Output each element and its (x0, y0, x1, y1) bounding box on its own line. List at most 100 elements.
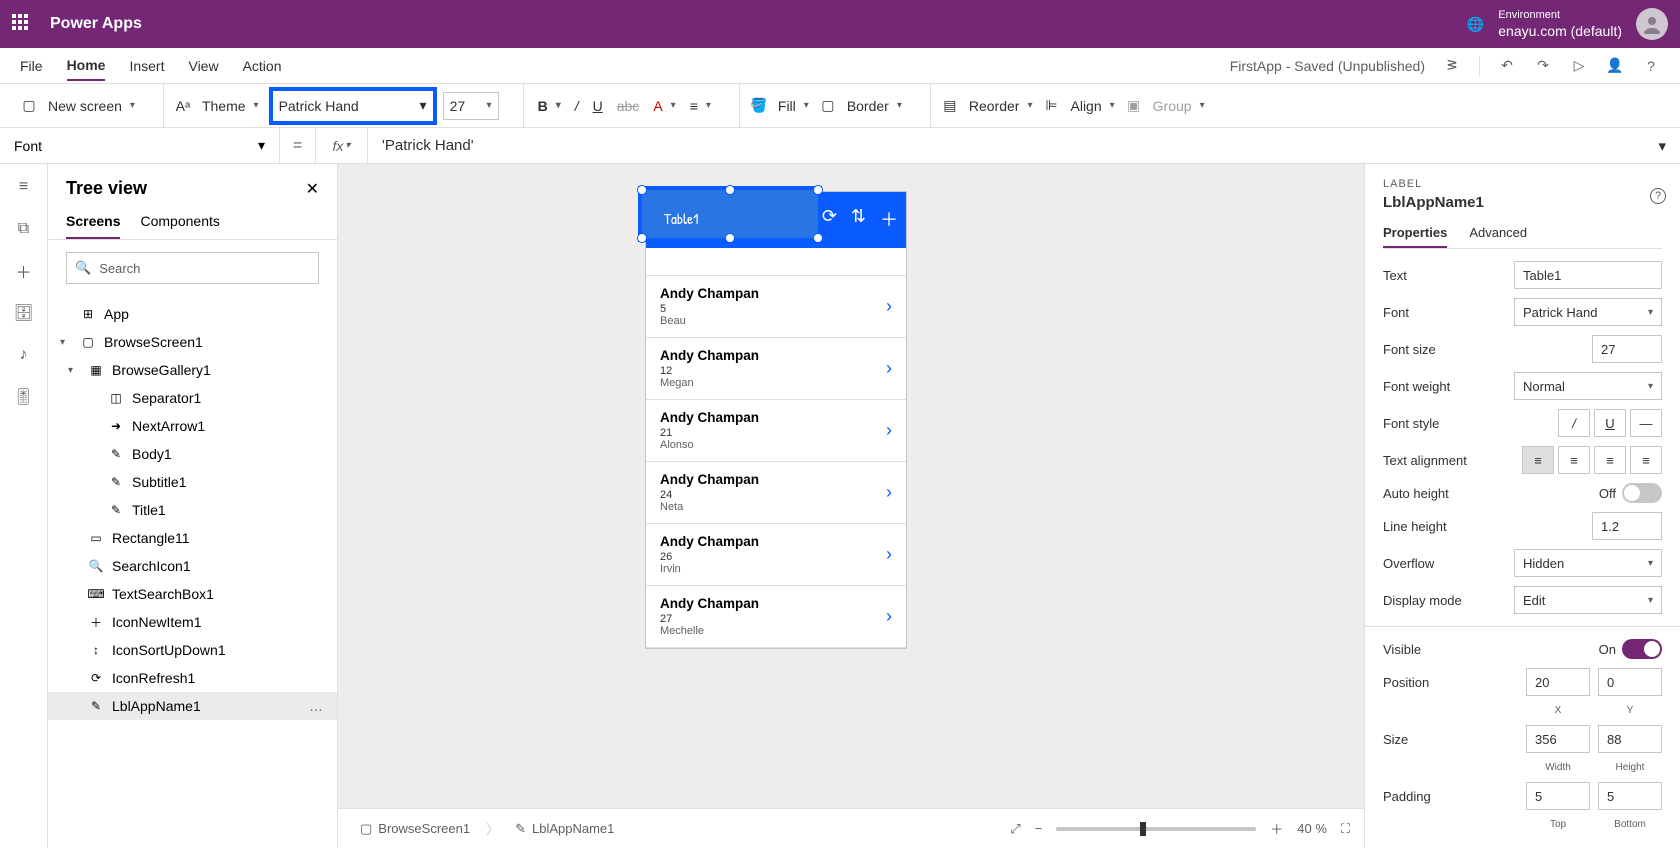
prop-lineheight-input[interactable]: 1.2 (1592, 512, 1662, 540)
breadcrumb-control[interactable]: ✎ LblAppName1 (507, 817, 622, 841)
new-screen-button[interactable]: New screen (44, 96, 139, 116)
waffle-icon[interactable] (12, 14, 32, 34)
gallery-item[interactable]: Andy Champan12Megan› (646, 338, 906, 400)
chevron-right-icon[interactable]: › (886, 482, 892, 503)
prop-autoheight-toggle[interactable] (1622, 483, 1662, 503)
tree-node-textsearchbox1[interactable]: ⌨TextSearchBox1 (48, 580, 337, 608)
insert-icon[interactable]: ＋ (15, 262, 33, 280)
zoom-out-icon[interactable]: − (1035, 821, 1043, 836)
fit-icon[interactable]: ⛶ (1341, 821, 1350, 837)
avatar[interactable] (1636, 8, 1668, 40)
app-checker-icon[interactable]: ᕒ (1443, 57, 1461, 75)
prop-padbottom-input[interactable]: 5 (1598, 782, 1662, 810)
fill-button[interactable]: Fill (774, 96, 813, 116)
sort-icon[interactable]: ⇅ (851, 206, 866, 232)
tree-node-nextarrow1[interactable]: ➜NextArrow1 (48, 412, 337, 440)
media-icon[interactable]: ♪ (15, 346, 33, 364)
menu-action[interactable]: Action (243, 52, 282, 80)
chevron-right-icon[interactable]: › (886, 358, 892, 379)
tree-node-app[interactable]: ⊞App (48, 300, 337, 328)
underline-button[interactable]: U (589, 96, 607, 116)
zoom-in-icon[interactable]: ＋ (1270, 819, 1283, 838)
tree-node-title1[interactable]: ✎Title1 (48, 496, 337, 524)
tree-node-body1[interactable]: ✎Body1 (48, 440, 337, 468)
prop-overflow-dropdown[interactable]: Hidden (1514, 549, 1662, 577)
advanced-tools-icon[interactable]: 🎚 (15, 388, 33, 406)
tab-properties[interactable]: Properties (1383, 219, 1447, 248)
help-icon[interactable]: ? (1650, 188, 1666, 204)
text-align-button[interactable]: ≡ (686, 96, 715, 116)
tree-node-separator1[interactable]: ◫Separator1 (48, 384, 337, 412)
canvas[interactable]: ↖ Table1 ⟳ ⇅ ＋ Andy Champan5Beau›Andy Ch… (338, 164, 1364, 848)
prop-text-input[interactable]: Table1 (1514, 261, 1662, 289)
tree-node-subtitle1[interactable]: ✎Subtitle1 (48, 468, 337, 496)
data-icon[interactable]: 🗄 (15, 304, 33, 322)
help-icon[interactable]: ? (1642, 57, 1660, 75)
font-dropdown[interactable]: Patrick Hand ▾ (269, 87, 437, 125)
prop-height-input[interactable]: 88 (1598, 725, 1662, 753)
hamburger-icon[interactable]: ≡ (15, 178, 33, 196)
chevron-right-icon[interactable]: › (886, 544, 892, 565)
app-search-row[interactable] (646, 248, 906, 276)
add-icon[interactable]: ＋ (880, 206, 898, 232)
theme-button[interactable]: Theme (198, 96, 263, 116)
gallery-item[interactable]: Andy Champan27Mechelle› (646, 586, 906, 648)
tab-components[interactable]: Components (140, 205, 219, 239)
prop-visible-toggle[interactable] (1622, 639, 1662, 659)
close-icon[interactable]: ✕ (306, 179, 319, 199)
tree-node-lblappname1[interactable]: ✎LblAppName1… (48, 692, 337, 720)
redo-icon[interactable]: ↷ (1534, 57, 1552, 75)
border-button[interactable]: Border (843, 96, 906, 116)
environment-picker[interactable]: Environment enayu.com (default) (1498, 9, 1622, 38)
tree-search-input[interactable]: 🔍 Search (66, 252, 319, 284)
prop-font-dropdown[interactable]: Patrick Hand (1514, 298, 1662, 326)
refresh-icon[interactable]: ⟳ (822, 206, 837, 232)
tree-node-searchicon1[interactable]: 🔍SearchIcon1 (48, 552, 337, 580)
menu-home[interactable]: Home (67, 51, 106, 81)
prop-fontweight-dropdown[interactable]: Normal (1514, 372, 1662, 400)
tree-node-iconnewitem1[interactable]: ＋IconNewItem1 (48, 608, 337, 636)
gallery-item[interactable]: Andy Champan26Irvin› (646, 524, 906, 586)
gallery-item[interactable]: Andy Champan21Alonso› (646, 400, 906, 462)
tree-node-iconrefresh1[interactable]: ⟳IconRefresh1 (48, 664, 337, 692)
chevron-right-icon[interactable]: › (886, 606, 892, 627)
lbl-app-name[interactable]: Table1 (664, 208, 699, 229)
font-size-dropdown[interactable]: 27 (443, 92, 499, 120)
prop-displaymode-dropdown[interactable]: Edit (1514, 586, 1662, 614)
chevron-right-icon[interactable]: › (886, 296, 892, 317)
gallery-item[interactable]: Andy Champan5Beau› (646, 276, 906, 338)
prop-padtop-input[interactable]: 5 (1526, 782, 1590, 810)
font-color-button[interactable]: A (649, 96, 679, 116)
property-dropdown[interactable]: Font ▾ (0, 128, 280, 163)
formula-input[interactable]: 'Patrick Hand' ▾ (368, 137, 1680, 155)
play-icon[interactable]: ▷ (1570, 57, 1588, 75)
strikethrough-button[interactable]: abc (613, 96, 644, 116)
menu-insert[interactable]: Insert (129, 52, 164, 80)
fx-label[interactable]: fx▾ (316, 128, 368, 163)
menu-file[interactable]: File (20, 52, 43, 80)
prop-x-input[interactable]: 20 (1526, 668, 1590, 696)
tree-node-browsescreen1[interactable]: ▾▢BrowseScreen1 (48, 328, 337, 356)
prop-fontstyle-segments[interactable]: /U— (1558, 409, 1662, 437)
tab-advanced[interactable]: Advanced (1469, 219, 1527, 248)
zoom-slider[interactable] (1056, 827, 1256, 831)
tree-node-rectangle11[interactable]: ▭Rectangle11 (48, 524, 337, 552)
prop-textalign-segments[interactable]: ≡≡≡≡ (1522, 446, 1662, 474)
bold-button[interactable]: B (534, 96, 565, 116)
chevron-right-icon[interactable]: › (886, 420, 892, 441)
prop-y-input[interactable]: 0 (1598, 668, 1662, 696)
tree-node-iconsortupdown1[interactable]: ↕IconSortUpDown1 (48, 636, 337, 664)
tree-node-browsegallery1[interactable]: ▾▦BrowseGallery1 (48, 356, 337, 384)
italic-button[interactable]: / (571, 96, 583, 116)
reorder-button[interactable]: Reorder (965, 96, 1037, 116)
tree-view-icon[interactable]: ⧉ (15, 220, 33, 238)
gallery-item[interactable]: Andy Champan24Neta› (646, 462, 906, 524)
prop-width-input[interactable]: 356 (1526, 725, 1590, 753)
align-button[interactable]: Align (1067, 96, 1119, 116)
tab-screens[interactable]: Screens (66, 205, 120, 239)
undo-icon[interactable]: ↶ (1498, 57, 1516, 75)
menu-view[interactable]: View (188, 52, 218, 80)
breadcrumb-screen[interactable]: ▢ BrowseScreen1 (352, 817, 478, 841)
prop-fontsize-input[interactable]: 27 (1592, 335, 1662, 363)
expand-icon[interactable]: ⤢ (1010, 821, 1020, 837)
